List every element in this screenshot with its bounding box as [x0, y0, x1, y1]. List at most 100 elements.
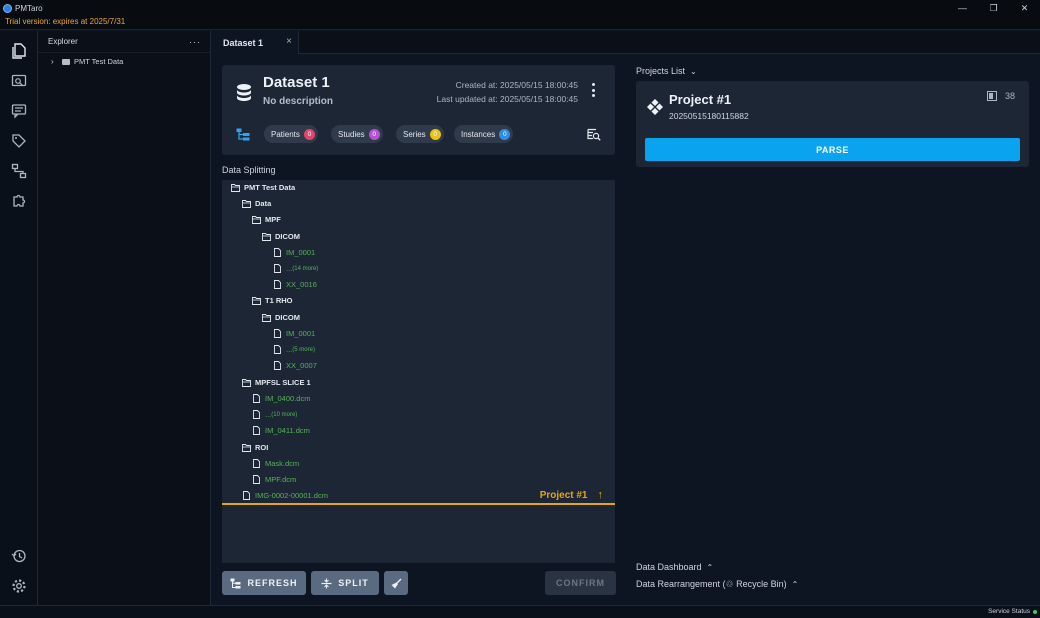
tree-label: PMT Test Data	[244, 183, 296, 192]
tab-close-icon[interactable]: ×	[286, 36, 292, 47]
projects-list-toggle[interactable]: Projects List ⌄	[636, 66, 697, 76]
data-rearrangement-toggle[interactable]: Data Rearrangement (♲ Recycle Bin) ⌃	[636, 579, 798, 590]
hierarchy-icon[interactable]	[236, 128, 250, 141]
tree-label: IM_0001	[286, 329, 316, 338]
tree-folder[interactable]: PMT Test Data	[231, 181, 295, 194]
explorer-item-label: PMT Test Data	[74, 57, 124, 66]
parse-button[interactable]: PARSE	[645, 138, 1020, 161]
refresh-button[interactable]: REFRESH	[222, 571, 306, 595]
tree-file[interactable]: IM_0400.dcm	[252, 392, 310, 405]
tree-file[interactable]: MPF.dcm	[252, 473, 296, 486]
tab-dataset[interactable]: Dataset 1 ×	[211, 31, 299, 54]
tree-folder[interactable]: Data	[242, 197, 271, 210]
folder-open-icon	[242, 200, 251, 208]
chevron-down-icon: ⌄	[690, 66, 697, 76]
tree-folder[interactable]: T1 RHO	[252, 294, 293, 307]
tree-label: Data	[255, 199, 272, 208]
instances-chip[interactable]: Instances 0	[454, 125, 514, 143]
close-window-button[interactable]: ✕	[1009, 0, 1040, 16]
tree-label: DICOM	[275, 232, 300, 241]
tree-file[interactable]: IM_0001	[273, 246, 315, 259]
data-rearrangement-label: Data Rearrangement (♲ Recycle Bin)	[636, 579, 787, 589]
chat-icon[interactable]	[8, 100, 29, 121]
status-bar: Service Status	[0, 605, 1040, 618]
minimize-button[interactable]: —	[947, 0, 978, 16]
window-controls: — ❐ ✕	[947, 0, 1040, 16]
tree-file[interactable]: IMG-0002-00001.dcm	[242, 489, 328, 502]
tree-file[interactable]: Mask.dcm	[252, 457, 299, 470]
tree-label: IM_0001	[286, 248, 316, 257]
tab-bar: Dataset 1 ×	[211, 31, 1040, 54]
confirm-label: CONFIRM	[556, 578, 605, 588]
data-dashboard-label: Data Dashboard	[636, 562, 702, 572]
tree-more[interactable]: ... (5 more)	[273, 343, 315, 356]
created-at: Created at: 2025/05/15 18:00:45	[455, 80, 578, 90]
tree-more[interactable]: ... (14 more)	[273, 262, 318, 275]
file-icon	[253, 410, 260, 419]
puzzle-icon[interactable]	[8, 190, 29, 211]
explorer-item[interactable]: › PMT Test Data	[38, 53, 210, 70]
file-icon	[274, 361, 281, 370]
status-indicator-icon	[1033, 610, 1037, 614]
file-icon	[243, 491, 250, 500]
tree-file[interactable]: XX_0007	[273, 359, 317, 372]
tree-label: XX_0007	[286, 361, 317, 370]
folder-open-icon	[252, 297, 261, 305]
project-count-value: 38	[1004, 91, 1015, 101]
folder-open-icon	[252, 216, 261, 224]
split-marker[interactable]: Project #1 ↑	[540, 489, 603, 501]
updated-at: Last updated at: 2025/05/15 18:00:45	[436, 94, 578, 104]
data-splitting-tree: PMT Test Data Data MPF DICOM IM_0001 ...…	[222, 180, 615, 563]
project-card[interactable]: Project #1 20250515180115882 38 PARSE	[636, 81, 1029, 167]
tree-label: DICOM	[275, 313, 300, 322]
tree-label: ROI	[255, 443, 269, 452]
file-icon	[274, 280, 281, 289]
tree-folder[interactable]: ROI	[242, 441, 268, 454]
count-badge: 0	[303, 128, 315, 140]
file-icon	[253, 475, 260, 484]
tree-file[interactable]: XX_0016	[273, 278, 317, 291]
main-content: Dataset 1 No description Created at: 202…	[211, 54, 1040, 605]
tag-icon[interactable]	[8, 130, 29, 151]
data-splitting-label: Data Splitting	[222, 165, 276, 175]
dataset-card: Dataset 1 No description Created at: 202…	[222, 65, 615, 155]
database-icon	[237, 84, 251, 101]
search-database-icon[interactable]	[587, 127, 601, 141]
maximize-button[interactable]: ❐	[978, 0, 1009, 16]
tree-folder[interactable]: DICOM	[262, 311, 300, 324]
tree-label: MPFSL SLICE 1	[255, 378, 311, 387]
history-icon[interactable]	[8, 545, 29, 566]
app-title: PMTaro	[15, 3, 43, 13]
data-dashboard-toggle[interactable]: Data Dashboard ⌃	[636, 562, 713, 572]
image-search-icon[interactable]	[8, 70, 29, 91]
file-count-icon	[986, 91, 997, 101]
tree-folder[interactable]: MPFSL SLICE 1	[242, 376, 311, 389]
confirm-button[interactable]: CONFIRM	[545, 571, 616, 595]
explorer-header: Explorer ···	[38, 31, 210, 53]
studies-chip[interactable]: Studies 0	[331, 125, 383, 143]
split-line[interactable]	[222, 503, 615, 505]
more-options-icon[interactable]	[592, 83, 596, 97]
trial-banner: Trial version: expires at 2025/7/31	[0, 16, 1040, 30]
service-status[interactable]: Service Status	[988, 608, 1030, 615]
tree-folder[interactable]: DICOM	[262, 230, 300, 243]
tree-label: XX_0016	[286, 280, 317, 289]
split-button[interactable]: SPLIT	[311, 571, 379, 595]
series-chip[interactable]: Series 0	[396, 125, 444, 143]
count-badge: 0	[499, 128, 511, 140]
tree-file[interactable]: IM_0411.dcm	[252, 424, 310, 437]
files-icon[interactable]	[8, 40, 29, 61]
projects-list-label: Projects List	[636, 66, 686, 76]
gear-icon[interactable]	[8, 575, 29, 596]
patients-chip[interactable]: Patients 0	[264, 125, 318, 143]
tree-file[interactable]: IM_0001	[273, 327, 315, 340]
chevron-right-icon[interactable]: ›	[51, 57, 60, 66]
tree-more[interactable]: ... (10 more)	[252, 408, 297, 421]
clean-button[interactable]	[384, 571, 408, 595]
tree-label: T1 RHO	[265, 296, 293, 305]
flow-icon[interactable]	[8, 160, 29, 181]
arrow-up-icon: ↑	[597, 489, 604, 501]
explorer-title: Explorer	[48, 37, 78, 46]
tree-folder[interactable]: MPF	[252, 213, 281, 226]
explorer-more-button[interactable]: ···	[189, 37, 201, 47]
